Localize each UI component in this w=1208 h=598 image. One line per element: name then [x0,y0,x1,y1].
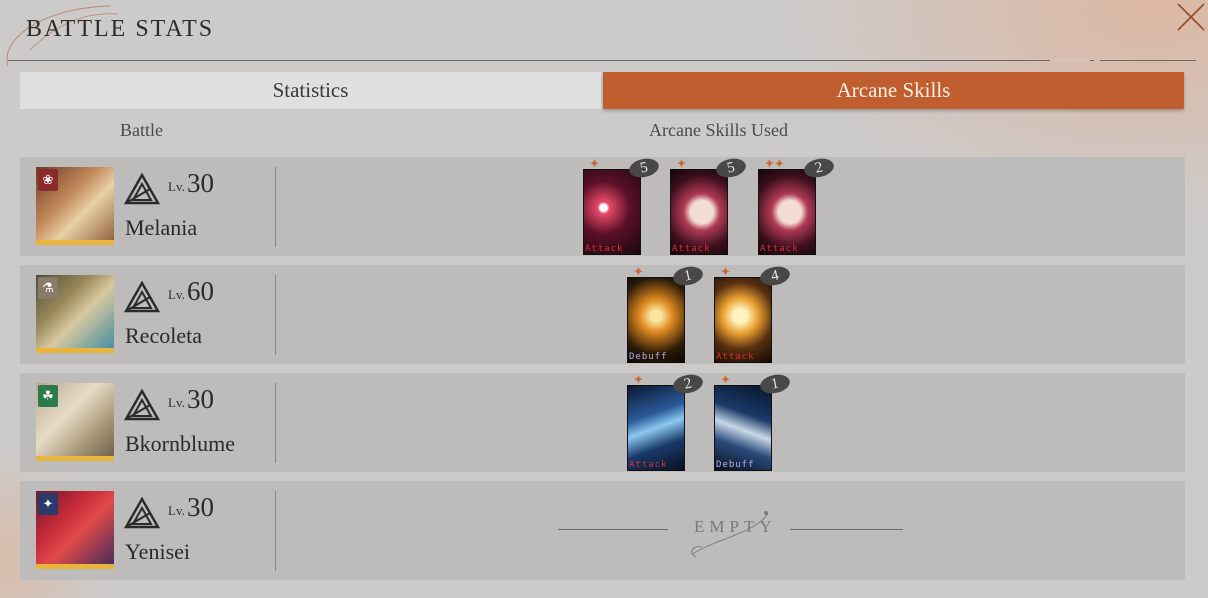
skill-type-label: Attack [629,460,668,470]
star-icon: ✦ [676,157,687,172]
arcane-skill-card[interactable]: Attack ✦ 2 [627,372,705,471]
star-icon: ✦ [589,157,600,172]
row-divider [275,275,276,355]
empty-ornament [691,511,769,558]
rarity-stripe [36,564,114,569]
skill-art [583,169,641,255]
leaf-icon: ☘ [38,385,58,407]
skill-type-label: Attack [760,244,799,254]
level-prefix: Lv. [168,179,185,194]
skill-type-label: Attack [672,244,711,254]
level-prefix: Lv. [168,503,185,518]
character-name: Bkornblume [125,431,235,456]
rank-icon [124,389,160,421]
avatar[interactable]: ✦ [36,491,114,569]
header-divider [8,60,1196,61]
row-divider [275,383,276,463]
arcane-skill-card[interactable]: Attack ✦ 4 [714,264,792,363]
close-icon[interactable] [1174,0,1208,34]
arcane-skill-card[interactable]: Attack ✦✦ 2 [758,156,836,255]
character-row: ⚗ Lv. 60 Recoleta Debuff ✦ 1 Attack ✦ 4 [20,264,1185,364]
rank-icon [124,497,160,529]
star-icon: ✦ [633,265,644,280]
arcane-skill-card[interactable]: Debuff ✦ 1 [627,264,705,363]
character-name: Melania [125,215,198,240]
skill-art [627,385,685,471]
row-divider [275,491,276,571]
column-header-battle: Battle [120,120,163,140]
flask-icon: ⚗ [38,277,58,299]
rarity-stripe [36,240,114,245]
skill-art [758,169,816,255]
skill-art [714,277,772,363]
character-row: ❀ Lv. 30 Melania Attack ✦ 5 Attack ✦ 5 A [20,156,1185,256]
level-prefix: Lv. [168,395,185,410]
star-icon: ✦ [720,373,731,388]
sparkle-icon: ✦ [38,493,58,515]
skill-type-label: Debuff [716,460,755,470]
column-header-skills: Arcane Skills Used [649,120,788,140]
skill-art [627,277,685,363]
rank-icon [124,173,160,205]
character-row: ✦ Lv. 30 Yenisei EMPTY [20,481,1185,580]
tab-bar: Statistics Arcane Skills [20,72,1184,109]
star-icon: ✦✦ [764,157,785,172]
level-prefix: Lv. [168,287,185,302]
level-value: 30 [187,168,214,198]
claw-icon: ❀ [38,169,58,191]
star-icon: ✦ [633,373,644,388]
skill-type-label: Debuff [629,352,668,362]
skill-type-label: Attack [716,352,755,362]
star-icon: ✦ [720,265,731,280]
empty-line-right [790,529,903,530]
avatar[interactable]: ⚗ [36,275,114,353]
page-title: BATTLE STATS [26,16,215,42]
skill-type-label: Attack [585,244,624,254]
rarity-stripe [36,348,114,353]
skill-art [670,169,728,255]
tab-statistics[interactable]: Statistics [20,72,601,109]
skill-art [714,385,772,471]
character-name: Yenisei [125,539,191,564]
level-value: 30 [187,384,214,414]
arcane-skill-card[interactable]: Attack ✦ 5 [670,156,748,255]
level-value: 60 [187,276,214,306]
character-name: Recoleta [125,323,202,348]
row-divider [275,167,276,247]
rarity-stripe [36,456,114,461]
empty-placeholder: EMPTY [558,499,903,561]
rank-icon [124,281,160,313]
avatar[interactable]: ❀ [36,167,114,245]
arcane-skill-card[interactable]: Debuff ✦ 1 [714,372,792,471]
tab-arcane-skills[interactable]: Arcane Skills [603,72,1184,109]
character-row: ☘ Lv. 30 Bkornblume Attack ✦ 2 Debuff ✦ … [20,372,1185,472]
level-value: 30 [187,492,214,522]
avatar[interactable]: ☘ [36,383,114,461]
arcane-skill-card[interactable]: Attack ✦ 5 [583,156,661,255]
empty-line-left [558,529,668,530]
